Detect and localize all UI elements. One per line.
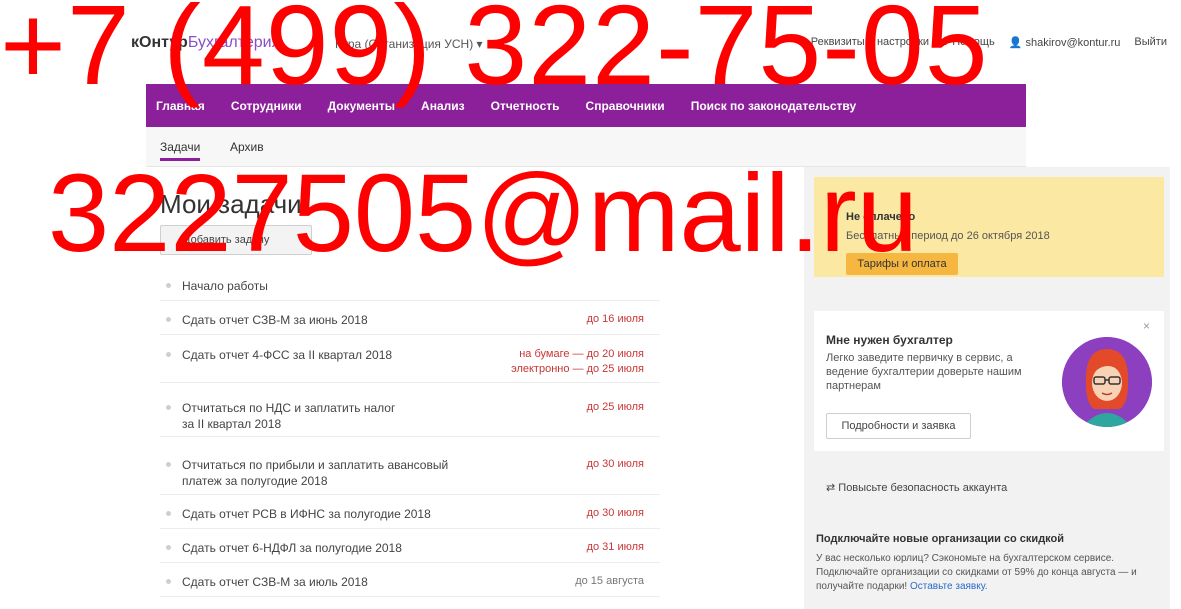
details-request-button[interactable]: Подробности и заявка xyxy=(826,413,971,439)
task-item[interactable]: Сдать отчет 4-ФСС за II квартал 2018 на … xyxy=(160,337,660,383)
task-item[interactable]: Сдать отчет СЗВ-М за июнь 2018 до 16 июл… xyxy=(160,303,660,335)
bullet-icon xyxy=(166,511,171,516)
promo-title: Мне нужен бухгалтер xyxy=(826,333,953,347)
task-text: Сдать отчет СЗВ-М за июль 2018 xyxy=(182,575,368,589)
user-icon: 👤 xyxy=(1008,37,1026,49)
task-text: Сдать отчет 6-НДФЛ за полугодие 2018 xyxy=(182,541,402,555)
task-due: до 31 июля xyxy=(586,541,644,553)
task-item[interactable]: Сдать отчет СЗВ-М за июль 2018 до 15 авг… xyxy=(160,565,660,597)
promo-text: Легко заведите первичку в сервис, а веде… xyxy=(826,352,1022,392)
accountant-avatar xyxy=(1062,337,1152,427)
task-due: до 15 августа xyxy=(575,575,644,587)
task-due: на бумаге — до 20 июля электронно — до 25… xyxy=(511,347,644,377)
task-item[interactable]: Сдать отчет РСВ в ИФНС за полугодие 2018… xyxy=(160,497,660,529)
task-due: до 25 июля xyxy=(586,401,644,413)
user-link[interactable]: 👤 shakirov@kontur.ru xyxy=(1009,36,1121,49)
security-link[interactable]: ⇄ Повысьте безопасность аккаунта xyxy=(826,481,1007,494)
bullet-icon xyxy=(166,545,171,550)
task-item[interactable]: Отчитаться по НДС и заплатить налог за II… xyxy=(160,385,660,437)
bullet-icon xyxy=(166,317,171,322)
close-icon[interactable]: × xyxy=(1143,319,1150,333)
security-text: Повысьте безопасность аккаунта xyxy=(838,482,1008,494)
task-item[interactable]: Сдать отчет 6-НДФЛ за полугодие 2018 до … xyxy=(160,531,660,563)
task-due: до 30 июля xyxy=(586,458,644,470)
watermark-email: 3227505@mail.ru xyxy=(48,152,918,275)
leave-request-link[interactable]: Оставьте заявку. xyxy=(910,581,988,592)
bullet-icon xyxy=(166,283,171,288)
task-text: Сдать отчет РСВ в ИФНС за полугодие 2018 xyxy=(182,507,431,521)
task-text: Отчитаться по НДС и заплатить налог за II… xyxy=(182,400,502,432)
task-text-line1: Отчитаться по НДС и заплатить налог xyxy=(182,401,396,415)
bullet-icon xyxy=(166,352,171,357)
task-item[interactable]: Отчитаться по прибыли и заплатить авансо… xyxy=(160,439,660,495)
task-due: до 30 июля xyxy=(586,507,644,519)
bullet-icon xyxy=(166,579,171,584)
task-text-line2: за II квартал 2018 xyxy=(182,417,282,431)
task-due-electronic: электронно — до 25 июля xyxy=(511,363,644,375)
accountant-promo: × Мне нужен бухгалтер Легко заведите пер… xyxy=(814,311,1164,451)
task-text: Сдать отчет СЗВ-М за июнь 2018 xyxy=(182,313,368,327)
connect-text: У вас несколько юрлиц? Сэкономьте на бух… xyxy=(816,552,1166,594)
connect-title: Подключайте новые организации со скидкой xyxy=(816,533,1065,545)
task-due-paper: на бумаге — до 20 июля xyxy=(519,348,644,360)
bullet-icon xyxy=(166,405,171,410)
task-text: Отчитаться по прибыли и заплатить авансо… xyxy=(182,457,502,489)
user-email: shakirov@kontur.ru xyxy=(1025,37,1121,49)
task-text-line2: платеж за полугодие 2018 xyxy=(182,474,328,488)
task-due: до 16 июля xyxy=(586,313,644,325)
accountant-illustration xyxy=(1062,337,1152,427)
bullet-icon xyxy=(166,462,171,467)
watermark-phone: +7 (499) 322-75-05 xyxy=(0,0,989,108)
task-text-line1: Отчитаться по прибыли и заплатить авансо… xyxy=(182,458,449,472)
shield-icon: ⇄ xyxy=(826,482,839,494)
task-text: Сдать отчет 4-ФСС за II квартал 2018 xyxy=(182,348,393,362)
logout-link[interactable]: Выйти xyxy=(1134,36,1167,49)
task-text: Начало работы xyxy=(182,279,268,293)
